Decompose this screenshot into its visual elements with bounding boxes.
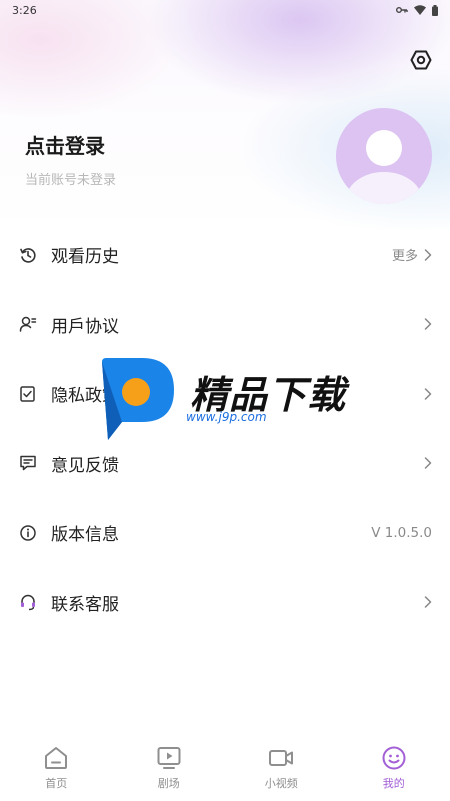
menu-item-history[interactable]: 观看历史 更多 [0,220,450,290]
vpn-key-icon [396,7,408,13]
profile-section: 点击登录 当前账号未登录 [25,130,116,188]
avatar[interactable] [336,108,432,204]
user-agreement-icon [19,315,37,333]
menu-label-history: 观看历史 [51,247,119,268]
video-camera-icon [269,750,294,766]
chevron-right-icon [424,249,432,261]
settings-hexagon-icon [410,50,432,70]
tab-label-home: 首页 [45,777,68,790]
feedback-icon [19,454,37,472]
privacy-icon [19,385,37,403]
tab-label-short-video: 小视频 [264,777,298,790]
tab-mine[interactable]: 我的 [338,735,450,801]
version-number: V 1.0.5.0 [371,524,432,541]
settings-button[interactable] [409,48,433,72]
menu-label-version: 版本信息 [51,525,119,546]
tab-label-mine: 我的 [382,777,405,790]
status-icons [396,4,438,16]
login-title[interactable]: 点击登录 [25,130,116,159]
theater-icon [157,747,181,769]
menu-label-user-agreement: 用戶协议 [51,316,119,337]
login-subtitle: 当前账号未登录 [25,173,117,188]
menu-item-user-agreement[interactable]: 用戶协议 [0,290,450,360]
menu-item-feedback[interactable]: 意见反馈 [0,429,450,499]
tab-theater[interactable]: 剧场 [113,735,226,801]
menu-label-feedback: 意见反馈 [51,455,119,476]
more-link[interactable]: 更多 [392,245,418,264]
menu-label-customer-service: 联系客服 [51,594,119,615]
battery-icon [432,4,438,16]
menu-list: 观看历史 更多 用戶协议 隐私政策 意见反馈 版本信息 V 1.0.5.0 联系… [0,220,450,637]
chevron-right-icon [424,596,432,608]
wifi-icon [414,5,426,15]
chevron-right-icon [424,388,432,400]
tab-home[interactable]: 首页 [0,735,113,801]
menu-item-customer-service[interactable]: 联系客服 [0,568,450,638]
menu-item-version[interactable]: 版本信息 V 1.0.5.0 [0,498,450,568]
home-icon [45,747,68,769]
tab-label-theater: 剧场 [157,777,180,790]
status-bar: 3:26 [0,0,450,20]
history-icon [19,246,37,264]
default-avatar-icon [346,130,422,204]
chevron-right-icon [424,457,432,469]
menu-item-privacy[interactable]: 隐私政策 [0,359,450,429]
menu-label-privacy: 隐私政策 [51,386,119,407]
smiley-icon [382,746,406,770]
headset-icon [19,593,37,611]
status-time: 3:26 [12,3,37,17]
chevron-right-icon [424,318,432,330]
info-icon [19,524,37,542]
bottom-tab-bar: 首页 剧场 小视频 我的 [0,735,450,801]
tab-short-video[interactable]: 小视频 [225,735,338,801]
